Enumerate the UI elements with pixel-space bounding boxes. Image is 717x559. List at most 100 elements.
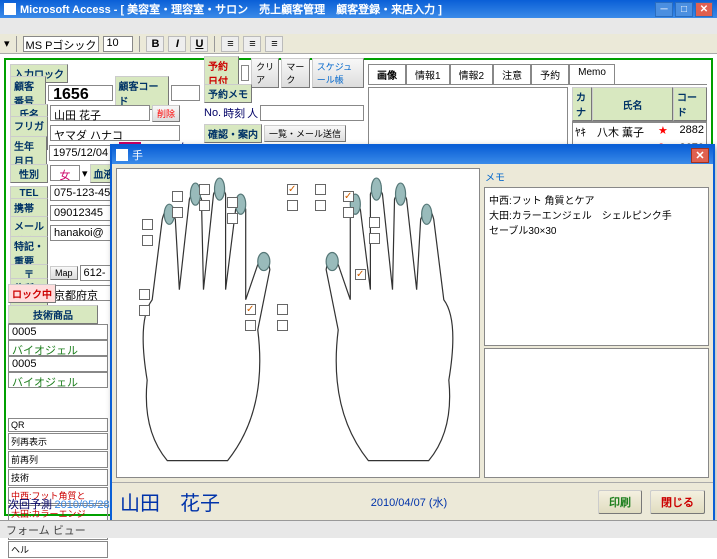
hand-canvas[interactable]	[116, 168, 480, 478]
lock-tab[interactable]: ロック中	[8, 284, 56, 303]
finger-cb-l4o[interactable]	[172, 191, 183, 202]
tab-info1[interactable]: 情報1	[406, 64, 450, 84]
list-hdr-kana: カナ	[572, 87, 592, 121]
reserve-line-input[interactable]	[260, 105, 364, 121]
bottom-link[interactable]: QR	[8, 418, 108, 432]
memo-textarea[interactable]: 中西:フット 角質とケア 大田:カラーエンジェル シェルピンク手 セーブル30×…	[484, 187, 709, 346]
align-left-button[interactable]: ≡	[221, 36, 239, 52]
finger-cb-r3o[interactable]	[315, 184, 326, 195]
statusbar: フォーム ビュー	[0, 520, 717, 538]
align-right-button[interactable]: ≡	[265, 36, 283, 52]
finger-cb-l-ex2[interactable]	[139, 305, 150, 316]
popup-footer: 山田 花子 2010/04/07 (水) 印刷 閉じる	[112, 482, 713, 520]
popup-close2-button[interactable]: 閉じる	[650, 490, 705, 514]
font-select[interactable]: MS Pゴシック	[23, 36, 100, 52]
finger-cb-r2i[interactable]	[287, 200, 298, 211]
finger-cb-l2i[interactable]	[227, 213, 238, 224]
customer-id[interactable]: 1656	[48, 85, 112, 101]
customer-name[interactable]: 山田 花子	[50, 105, 150, 121]
tech-name-2[interactable]: バイオジェル	[8, 372, 108, 388]
tab-reserve[interactable]: 予約	[531, 64, 569, 84]
finger-cb-l1o[interactable]	[245, 304, 256, 315]
memo-label: メモ	[484, 168, 709, 185]
next-pred-label: 次回予測	[8, 499, 52, 511]
tab-warning[interactable]: 注意	[493, 64, 531, 84]
hand-popup: 手 ✕	[110, 144, 715, 522]
print-button[interactable]: 印刷	[598, 490, 642, 514]
close-button[interactable]: ✕	[695, 2, 713, 17]
finger-cb-r1i[interactable]	[277, 320, 288, 331]
toolbar-icon[interactable]: ▾	[4, 37, 10, 50]
time-label: 時刻	[223, 105, 245, 121]
tab-image[interactable]: 画像	[368, 64, 406, 84]
list-item[interactable]: ﾔｷ八木 薫子★2882	[573, 123, 706, 141]
finger-cb-l3o[interactable]	[199, 184, 210, 195]
finger-cb-l5i[interactable]	[142, 235, 153, 246]
dob-input[interactable]: 1975/12/04	[49, 145, 117, 161]
person-label: 人	[247, 105, 258, 121]
maximize-button[interactable]: □	[675, 2, 693, 17]
popup-customer-name: 山田 花子	[120, 487, 220, 516]
next-pred-date: 2010/05/28	[55, 499, 110, 511]
image-tabbar: 画像 情報1 情報2 注意 予約 Memo	[368, 64, 707, 85]
finger-cb-r2o[interactable]	[287, 184, 298, 195]
finger-cb-l3i[interactable]	[199, 200, 210, 211]
gender-label: 性別	[10, 164, 48, 183]
tech-code-1[interactable]: 0005	[8, 324, 108, 340]
app-icon	[4, 3, 16, 15]
list-hdr-name: 氏名	[592, 87, 673, 121]
underline-button[interactable]: U	[190, 36, 208, 52]
app-titlebar: Microsoft Access - [ 美容室・理容室・サロン 売上顧客管理 …	[0, 0, 717, 18]
customer-code[interactable]	[171, 85, 200, 101]
finger-cb-l1i[interactable]	[245, 320, 256, 331]
popup-close-button[interactable]: ✕	[691, 148, 709, 163]
popup-title-text: 手	[132, 147, 143, 163]
finger-cb-l-ex1[interactable]	[139, 289, 150, 300]
tech-code-2[interactable]: 0005	[8, 356, 108, 372]
bold-button[interactable]: B	[146, 36, 164, 52]
no-label: No.	[204, 107, 221, 119]
finger-cb-r3i[interactable]	[315, 200, 326, 211]
gender-value[interactable]: 女	[50, 165, 80, 181]
popup-titlebar[interactable]: 手 ✕	[112, 146, 713, 164]
popup-icon	[116, 149, 128, 161]
status-text: フォーム ビュー	[6, 522, 86, 538]
minimize-button[interactable]: ─	[655, 2, 673, 17]
list-hdr-code: コード	[673, 87, 707, 121]
menubar	[0, 18, 717, 34]
dropdown-icon[interactable]: ▾	[82, 167, 88, 180]
delete-button[interactable]: 削除	[152, 105, 180, 122]
tab-memo[interactable]: Memo	[569, 64, 615, 84]
finger-cb-l2o[interactable]	[227, 197, 238, 208]
memo-textarea-2[interactable]	[484, 348, 709, 478]
next-predict-row: 次回予測 2010/05/28	[8, 496, 110, 512]
finger-cb-r5i[interactable]	[369, 233, 380, 244]
finger-cb-r5o[interactable]	[369, 217, 380, 228]
finger-cb-r4o[interactable]	[343, 191, 354, 202]
tech-name-1[interactable]: バイオジェル	[8, 340, 108, 356]
bottom-left-panel: ロック中 技術商品 0005 バイオジェル 0005 バイオジェル QR列再表示…	[8, 284, 108, 559]
reserve-memo-label: 予約メモ	[204, 84, 252, 103]
finger-cb-r1o[interactable]	[277, 304, 288, 315]
finger-cb-r-ex1[interactable]	[355, 269, 366, 280]
popup-date: 2010/04/07 (水)	[228, 494, 590, 510]
list-mail-button[interactable]: 一覧・メール送信	[264, 125, 346, 142]
confirm-label: 確認・案内	[204, 124, 262, 143]
font-size-select[interactable]: 10	[103, 36, 133, 52]
bottom-link[interactable]: 列再表示	[8, 433, 108, 450]
align-center-button[interactable]: ≡	[243, 36, 261, 52]
customer-kana[interactable]: ヤマダ ハナコ	[50, 125, 180, 141]
bottom-link[interactable]: ヘル	[8, 541, 108, 558]
reserve-date-input[interactable]	[241, 65, 249, 81]
bottom-link[interactable]: 前再列	[8, 451, 108, 468]
map-button[interactable]: Map	[50, 266, 78, 280]
italic-button[interactable]: I	[168, 36, 186, 52]
memo-panel: メモ 中西:フット 角質とケア 大田:カラーエンジェル シェルピンク手 セーブル…	[484, 168, 709, 478]
finger-cb-r4i[interactable]	[343, 207, 354, 218]
finger-cb-l5o[interactable]	[142, 219, 153, 230]
tech-header: 技術商品	[8, 305, 98, 324]
bottom-link[interactable]: 技術	[8, 469, 108, 486]
tab-info2[interactable]: 情報2	[450, 64, 494, 84]
toolbar: ▾ MS Pゴシック 10 B I U ≡ ≡ ≡	[0, 34, 717, 54]
finger-cb-l4i[interactable]	[172, 207, 183, 218]
